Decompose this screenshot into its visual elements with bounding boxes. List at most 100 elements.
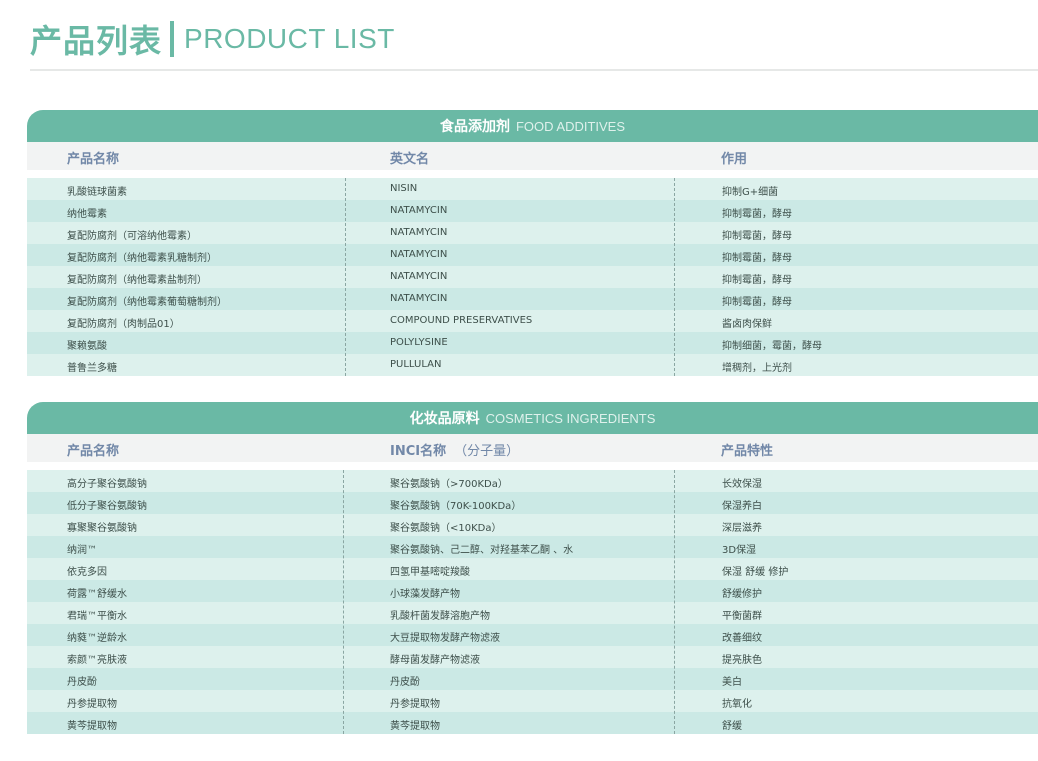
cell-product-name: 复配防腐剂（纳他霉素盐制剂） — [67, 275, 207, 286]
cell-third-column: 3D保湿 — [722, 545, 757, 556]
table-row: 乳酸链球菌素 NISIN 抑制G+细菌 — [27, 178, 1038, 200]
section-header: 化妆品原料 COSMETICS INGREDIENTS — [27, 402, 1038, 434]
column-header-function: 作用 — [721, 152, 748, 167]
page-title-cn: 产品列表 — [30, 22, 163, 60]
table-row: 低分子聚谷氨酸钠 聚谷氨酸钠（70K-100KDa） 保湿养白 — [27, 492, 1038, 514]
cell-third-column: 抑制霉菌，酵母 — [722, 253, 792, 264]
cell-product-name: 黄芩提取物 — [67, 721, 117, 732]
cell-second-column: NATAMYCIN — [390, 293, 448, 304]
cell-second-column: 四氢甲基嘧啶羧酸 — [390, 567, 470, 578]
cell-third-column: 抗氧化 — [722, 699, 752, 710]
cell-third-column: 抑制霉菌，酵母 — [722, 275, 792, 286]
cell-second-column: POLYLYSINE — [390, 337, 448, 348]
cell-product-name: 索颜™亮肤液 — [67, 655, 127, 666]
table-row: 高分子聚谷氨酸钠 聚谷氨酸钠（>700KDa） 长效保湿 — [27, 470, 1038, 492]
cell-third-column: 舒缓 — [722, 721, 742, 732]
cell-third-column: 保湿养白 — [722, 501, 762, 512]
cell-second-column: NATAMYCIN — [390, 249, 448, 260]
cell-third-column: 舒缓修护 — [722, 589, 762, 600]
column-header-properties: 产品特性 — [721, 444, 774, 459]
cell-second-column: PULLULAN — [390, 359, 442, 370]
cell-second-column: COMPOUND PRESERVATIVES — [390, 315, 533, 326]
cell-third-column: 长效保湿 — [722, 479, 762, 490]
title-separator — [170, 21, 175, 57]
cell-third-column: 抑制G+细菌 — [722, 187, 779, 198]
column-header-english-name: 英文名 — [390, 152, 430, 167]
cell-product-name: 寡聚聚谷氨酸钠 — [67, 523, 137, 534]
page-title: 产品列表 PRODUCT LIST — [30, 14, 395, 64]
cell-product-name: 依克多因 — [67, 567, 107, 578]
cell-third-column: 平衡菌群 — [722, 611, 762, 622]
cell-second-column: NATAMYCIN — [390, 227, 448, 238]
cell-third-column: 改善细纹 — [722, 633, 762, 644]
cell-product-name: 复配防腐剂（肉制品01） — [67, 319, 180, 330]
cell-third-column: 抑制细菌，霉菌，酵母 — [722, 341, 822, 352]
table-row: 依克多因 四氢甲基嘧啶羧酸 保湿 舒缓 修护 — [27, 558, 1038, 580]
page-title-en: PRODUCT LIST — [184, 23, 395, 54]
cell-third-column: 美白 — [722, 677, 742, 688]
cell-second-column: 酵母菌发酵产物滤液 — [390, 655, 480, 666]
cell-second-column: NATAMYCIN — [390, 271, 448, 282]
cell-third-column: 抑制霉菌，酵母 — [722, 297, 792, 308]
section-title-en: COSMETICS INGREDIENTS — [485, 410, 656, 426]
food-additives-section: 食品添加剂 FOOD ADDITIVES 产品名称 英文名 作用 乳酸链球菌素 N… — [27, 110, 1038, 384]
cell-product-name: 纳他霉素 — [67, 209, 107, 220]
table-row: 纳润™ 聚谷氨酸钠、己二醇、对羟基苯乙酮 、水 3D保湿 — [27, 536, 1038, 558]
inci-label: INCI名称 — [390, 444, 447, 459]
cell-second-column: 丹皮酚 — [390, 677, 420, 688]
table-row: 复配防腐剂（纳他霉素葡萄糖制剂） NATAMYCIN 抑制霉菌，酵母 — [27, 288, 1038, 310]
cell-product-name: 丹皮酚 — [67, 677, 97, 688]
table-row: 复配防腐剂（纳他霉素乳糖制剂） NATAMYCIN 抑制霉菌，酵母 — [27, 244, 1038, 266]
title-divider — [30, 69, 1038, 71]
cell-product-name: 纳蕤™逆龄水 — [67, 633, 127, 644]
cell-product-name: 荷露™舒缓水 — [67, 589, 127, 600]
column-header-product-name: 产品名称 — [67, 444, 120, 459]
cell-product-name: 聚赖氨酸 — [67, 341, 107, 352]
cosmetics-ingredients-section: 化妆品原料 COSMETICS INGREDIENTS 产品名称 INCI名称 （… — [27, 402, 1038, 734]
section-footer — [27, 376, 1038, 384]
table-row: 索颜™亮肤液 酵母菌发酵产物滤液 提亮肤色 — [27, 646, 1038, 668]
column-header-product-name: 产品名称 — [67, 152, 120, 167]
section-header: 食品添加剂 FOOD ADDITIVES — [27, 110, 1038, 142]
cell-product-name: 低分子聚谷氨酸钠 — [67, 501, 147, 512]
table-body: 高分子聚谷氨酸钠 聚谷氨酸钠（>700KDa） 长效保湿 低分子聚谷氨酸钠 聚谷氨酸钠（… — [27, 470, 1038, 734]
cell-second-column: 乳酸杆菌发酵溶胞产物 — [390, 611, 490, 622]
table-row: 纳蕤™逆龄水 大豆提取物发酵产物滤液 改善细纹 — [27, 624, 1038, 646]
table-row: 聚赖氨酸 POLYLYSINE 抑制细菌，霉菌，酵母 — [27, 332, 1038, 354]
cell-second-column: NISIN — [390, 183, 418, 194]
cell-second-column: NATAMYCIN — [390, 205, 448, 216]
cell-product-name: 普鲁兰多糖 — [67, 363, 117, 374]
cell-second-column: 聚谷氨酸钠、己二醇、对羟基苯乙酮 、水 — [390, 545, 574, 556]
table-row: 普鲁兰多糖 PULLULAN 增稠剂，上光剂 — [27, 354, 1038, 376]
cell-second-column: 聚谷氨酸钠（70K-100KDa） — [390, 501, 522, 512]
cell-third-column: 提亮肤色 — [722, 655, 762, 666]
column-divider — [343, 470, 344, 734]
cell-second-column: 聚谷氨酸钠（>700KDa） — [390, 479, 508, 490]
column-header-row: 产品名称 INCI名称 （分子量） 产品特性 — [27, 434, 1038, 462]
cell-second-column: 小球藻发酵产物 — [390, 589, 460, 600]
table-row: 丹参提取物 丹参提取物 抗氧化 — [27, 690, 1038, 712]
cell-product-name: 复配防腐剂（纳他霉素乳糖制剂） — [67, 253, 217, 264]
column-divider — [345, 178, 346, 376]
cell-second-column: 大豆提取物发酵产物滤液 — [390, 633, 500, 644]
table-row: 复配防腐剂（纳他霉素盐制剂） NATAMYCIN 抑制霉菌，酵母 — [27, 266, 1038, 288]
table-row: 黄芩提取物 黄芩提取物 舒缓 — [27, 712, 1038, 734]
cell-third-column: 抑制霉菌，酵母 — [722, 209, 792, 220]
table-row: 复配防腐剂（可溶纳他霉素） NATAMYCIN 抑制霉菌，酵母 — [27, 222, 1038, 244]
cell-second-column: 丹参提取物 — [390, 699, 440, 710]
table-row: 荷露™舒缓水 小球藻发酵产物 舒缓修护 — [27, 580, 1038, 602]
cell-product-name: 乳酸链球菌素 — [67, 187, 127, 198]
molecular-weight-note: （分子量） — [454, 444, 520, 459]
column-divider — [674, 178, 675, 376]
cell-third-column: 抑制霉菌，酵母 — [722, 231, 792, 242]
cell-product-name: 复配防腐剂（可溶纳他霉素） — [67, 231, 197, 242]
table-row: 君瑞™平衡水 乳酸杆菌发酵溶胞产物 平衡菌群 — [27, 602, 1038, 624]
cell-third-column: 深层滋养 — [722, 523, 762, 534]
cell-third-column: 酱卤肉保鲜 — [722, 319, 772, 330]
section-title-cn: 化妆品原料 — [409, 411, 480, 427]
cell-second-column: 黄芩提取物 — [390, 721, 440, 732]
cell-product-name: 丹参提取物 — [67, 699, 117, 710]
column-header-inci-name: INCI名称 （分子量） — [390, 440, 519, 459]
column-divider — [674, 470, 675, 734]
cell-second-column: 聚谷氨酸钠（<10KDa） — [390, 523, 502, 534]
